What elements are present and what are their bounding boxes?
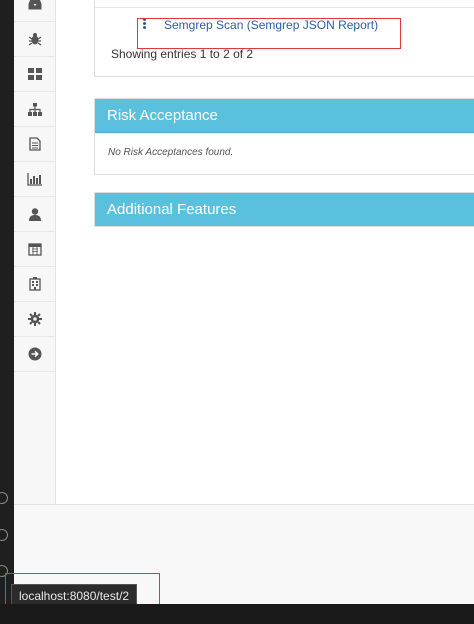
highlight-box: [137, 18, 401, 49]
calendar-icon: [27, 243, 42, 256]
entries-info: Showing entries 1 to 2 of 2: [111, 47, 254, 61]
sidebar-item-users[interactable]: [14, 197, 55, 232]
arrow-right-circle-icon: [28, 347, 41, 361]
sidebar-item-dashboard[interactable]: [14, 57, 55, 92]
bar-chart-icon: [27, 172, 42, 186]
main-content: Semgrep Scan (Semgrep JSON Report) Showi…: [56, 0, 474, 504]
sidebar-item-organization[interactable]: [14, 267, 55, 302]
sidebar-item-calendar[interactable]: [14, 232, 55, 267]
document-icon: [28, 137, 41, 151]
sidebar-item-inbox[interactable]: [14, 0, 55, 22]
gear-icon: [27, 312, 42, 326]
sidebar-item-metrics[interactable]: [14, 162, 55, 197]
user-icon: [28, 207, 41, 221]
risk-acceptance-empty-text: No Risk Acceptances found.: [108, 147, 234, 158]
additional-features-heading[interactable]: Additional Features: [95, 193, 474, 226]
bottom-bar: [0, 604, 474, 624]
additional-features-panel: Additional Features: [94, 192, 474, 227]
building-icon: [28, 277, 41, 291]
os-left-strip: [0, 0, 14, 624]
sidebar-item-products[interactable]: [14, 92, 55, 127]
inbox-icon: [28, 0, 41, 10]
sidebar-item-settings[interactable]: [14, 302, 55, 337]
help-icon: [0, 529, 8, 541]
sidebar-item-reports[interactable]: [14, 127, 55, 162]
sidebar: [14, 0, 56, 504]
risk-acceptance-heading[interactable]: Risk Acceptance: [95, 99, 474, 133]
grid-icon: [27, 68, 42, 80]
circle-icon: [0, 492, 8, 504]
bug-icon: [28, 33, 41, 46]
table-row-divider: [95, 7, 474, 8]
sitemap-icon: [27, 102, 42, 116]
status-highlight-box: [5, 573, 160, 605]
risk-acceptance-panel: Risk Acceptance No Risk Acceptances foun…: [94, 98, 474, 175]
sidebar-item-logout[interactable]: [14, 337, 55, 372]
sidebar-item-findings[interactable]: [14, 22, 55, 57]
